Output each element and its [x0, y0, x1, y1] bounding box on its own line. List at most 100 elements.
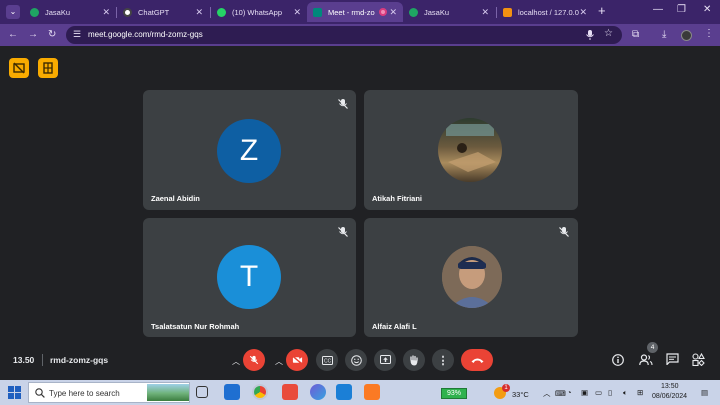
battery-indicator: 93%	[441, 388, 467, 399]
keyboard-icon[interactable]: ⌨	[555, 389, 566, 398]
meet-main-area: Z Zaenal Abidin Atikah Fitriani T Tsalat…	[0, 46, 720, 380]
profile-avatar[interactable]	[681, 30, 692, 41]
photos-icon[interactable]	[282, 384, 298, 400]
bar-divider	[42, 354, 43, 366]
audio-options-chevron-icon[interactable]: ︿	[232, 356, 240, 367]
people-icon[interactable]	[639, 354, 653, 366]
extensions-icon[interactable]: ⧉	[632, 29, 639, 40]
mic-toggle-button[interactable]	[243, 349, 265, 371]
avatar	[442, 246, 502, 308]
xampp-icon[interactable]	[364, 384, 380, 400]
more-menu-icon[interactable]: ⋮	[704, 28, 714, 39]
avatar: Z	[217, 119, 281, 183]
present-screen-button[interactable]	[374, 349, 396, 371]
whatsapp-icon	[217, 7, 226, 17]
clock-time[interactable]: 13:50	[661, 383, 679, 390]
battery-percent: 93%	[446, 390, 461, 397]
mail-icon[interactable]	[224, 384, 240, 400]
tab-label: Meet - rmd-zo	[328, 7, 375, 17]
reload-icon[interactable]: ↻	[48, 29, 56, 40]
avatar: T	[217, 245, 281, 309]
bookmark-star-icon[interactable]: ☆	[604, 28, 613, 39]
end-call-icon	[471, 358, 483, 363]
participant-tile[interactable]: Atikah Fitriani	[364, 90, 578, 210]
jasaku-icon	[30, 7, 39, 17]
wifi-icon[interactable]: ◔	[567, 388, 572, 397]
close-icon[interactable]: ✕	[481, 7, 489, 18]
tab-jasaku-2[interactable]: JasaKu ✕	[403, 2, 495, 22]
display-icon[interactable]: ▭	[595, 388, 602, 397]
network-icon[interactable]: ▣	[581, 388, 588, 397]
svg-text:CC: CC	[324, 358, 332, 364]
site-info-icon[interactable]: ☰	[73, 29, 81, 40]
close-window-button[interactable]: ✕	[703, 4, 711, 15]
url-text[interactable]: meet.google.com/rmd-zomz-gqs	[88, 30, 203, 39]
back-arrow-icon[interactable]: ←	[8, 29, 18, 40]
close-icon[interactable]: ✕	[389, 7, 397, 18]
tray-overflow-icon[interactable]: ︿	[543, 388, 551, 399]
people-count-badge: 4	[647, 342, 658, 353]
vscode-icon[interactable]	[336, 384, 352, 400]
activities-icon[interactable]	[38, 58, 58, 78]
copilot-icon[interactable]	[310, 384, 326, 400]
search-highlight-image	[147, 384, 189, 401]
participant-name: Tsalatsatun Nur Rohmah	[151, 322, 240, 331]
participant-tile[interactable]: Z Zaenal Abidin	[143, 90, 356, 210]
meet-icon	[313, 7, 322, 17]
avatar	[438, 118, 502, 182]
battery-icon[interactable]: ▯	[608, 388, 612, 397]
reactions-button[interactable]	[345, 349, 367, 371]
microphone-icon[interactable]	[586, 30, 594, 40]
browser-tab-strip: ⌄ JasaKu ✕ ChatGPT ✕ (10) WhatsApp ✕ Mee…	[0, 0, 720, 24]
activities-shapes-icon[interactable]	[692, 353, 705, 366]
close-icon[interactable]: ✕	[102, 7, 110, 18]
tab-localhost[interactable]: localhost / 127.0.0 ✕	[497, 2, 593, 22]
tab-chatgpt[interactable]: ChatGPT ✕	[117, 2, 209, 22]
raise-hand-button[interactable]	[403, 349, 425, 371]
search-icon	[35, 388, 45, 398]
clock-date[interactable]: 08/06/2024	[652, 393, 687, 400]
taskbar-search-box[interactable]: Type here to search	[28, 382, 190, 403]
close-icon[interactable]: ✕	[293, 7, 301, 18]
participant-tile[interactable]: T Tsalatsatun Nur Rohmah	[143, 218, 356, 337]
recording-icon	[379, 8, 387, 16]
mic-off-icon	[249, 355, 259, 365]
volume-icon[interactable]: 🔈︎	[623, 388, 628, 398]
download-icon[interactable]: ⤓	[662, 29, 666, 40]
close-icon[interactable]: ✕	[195, 7, 203, 18]
address-bar[interactable]: ☰ meet.google.com/rmd-zomz-gqs ☆	[66, 26, 622, 44]
mic-off-icon	[338, 99, 348, 109]
windows-start-icon[interactable]	[8, 386, 21, 399]
language-icon[interactable]: ⊞	[637, 388, 643, 397]
tab-whatsapp[interactable]: (10) WhatsApp ✕	[211, 2, 307, 22]
task-view-icon[interactable]	[196, 386, 208, 398]
search-placeholder: Type here to search	[49, 389, 120, 398]
meeting-details-icon[interactable]	[9, 58, 29, 78]
meeting-info-icon[interactable]	[612, 354, 624, 366]
emoji-icon	[350, 354, 362, 366]
participant-name: Atikah Fitriani	[372, 194, 423, 203]
more-vert-icon: ⋮	[437, 354, 449, 367]
video-options-chevron-icon[interactable]: ︿	[275, 356, 283, 367]
tab-label: localhost / 127.0.0	[518, 7, 579, 17]
chat-icon[interactable]	[666, 353, 679, 365]
maximize-button[interactable]: ❐	[677, 4, 686, 15]
minimize-button[interactable]: —	[653, 4, 663, 15]
tab-search-button[interactable]: ⌄	[6, 5, 20, 19]
present-screen-icon	[379, 355, 391, 364]
weather-temperature[interactable]: 33°C	[512, 390, 529, 399]
participant-name: Zaenal Abidin	[151, 194, 200, 203]
captions-icon: CC	[321, 355, 333, 365]
participant-tile[interactable]: Alfaiz Alafi L	[364, 218, 578, 337]
forward-arrow-icon[interactable]: →	[28, 29, 38, 40]
close-icon[interactable]: ✕	[579, 7, 587, 18]
notifications-icon[interactable]: ▤	[701, 388, 708, 397]
camera-toggle-button[interactable]	[286, 349, 308, 371]
new-tab-button[interactable]: +	[598, 3, 606, 18]
chrome-icon[interactable]	[252, 384, 268, 400]
captions-button[interactable]: CC	[316, 349, 338, 371]
more-options-button[interactable]: ⋮	[432, 349, 454, 371]
tab-jasaku-1[interactable]: JasaKu ✕	[24, 2, 116, 22]
leave-call-button[interactable]	[461, 349, 493, 371]
tab-meet[interactable]: Meet - rmd-zo ✕	[307, 2, 403, 22]
